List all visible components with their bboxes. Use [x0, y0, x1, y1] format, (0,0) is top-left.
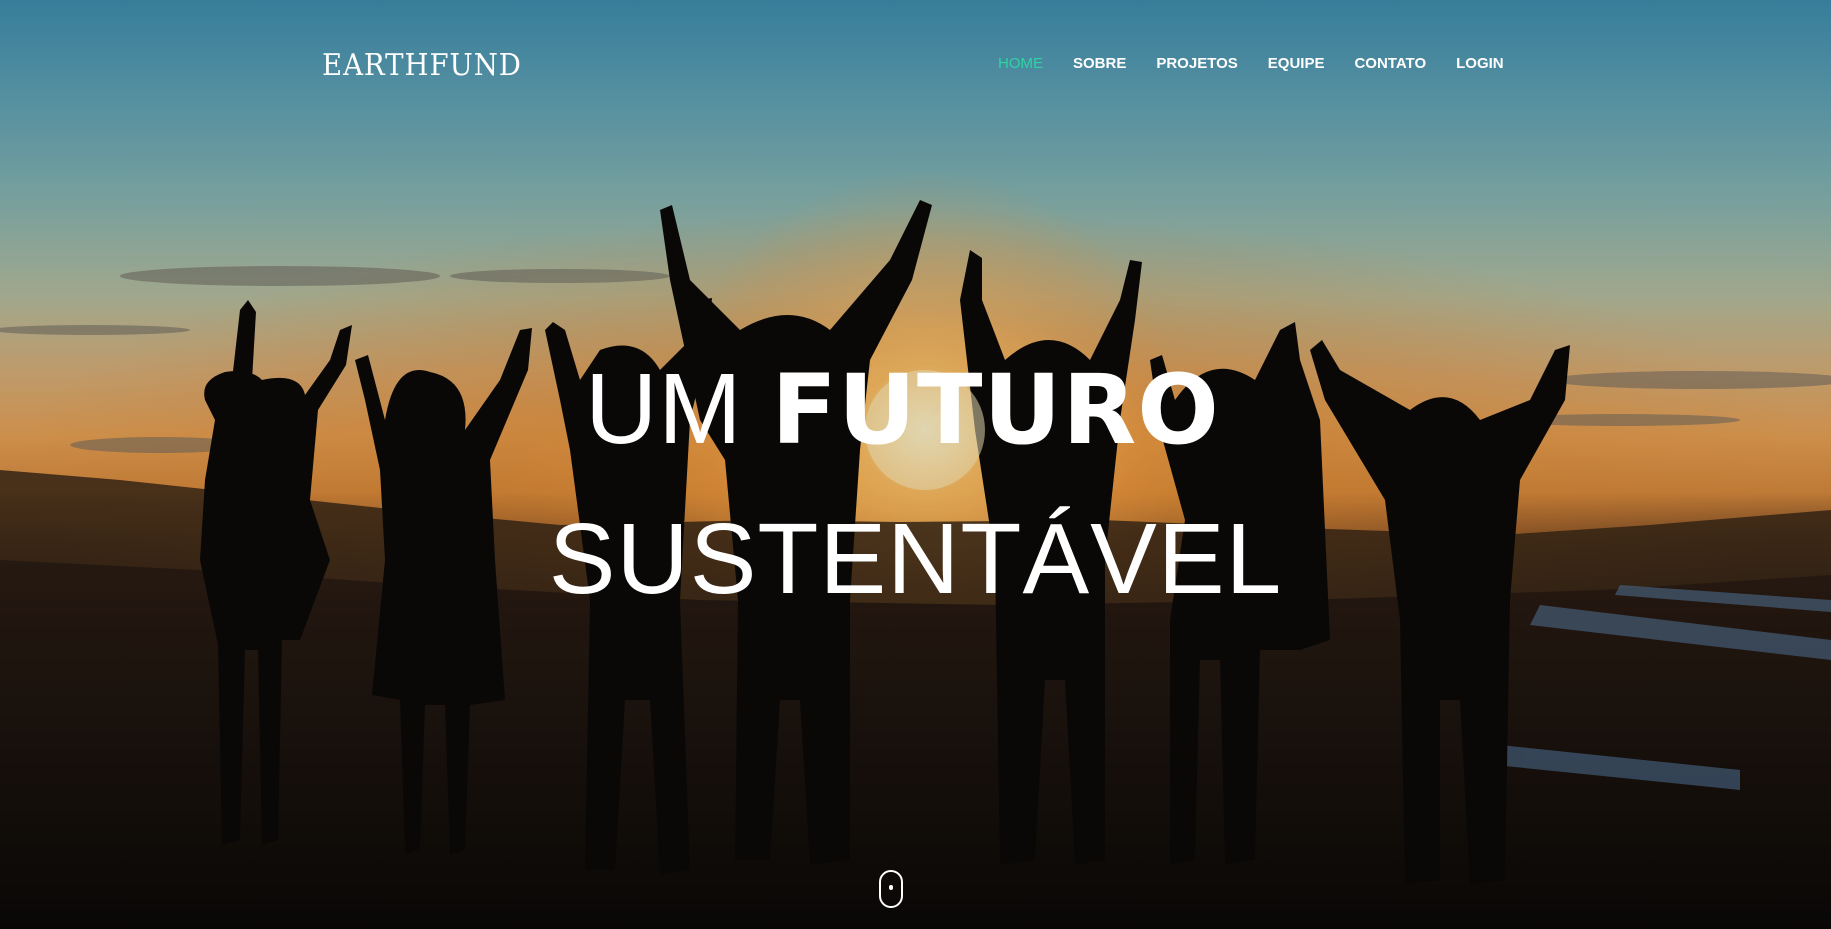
headline-bold-text: FUTURO — [771, 354, 1220, 467]
headline-light-text: UM — [585, 353, 772, 466]
nav-item-login[interactable]: LOGIN — [1456, 55, 1504, 72]
nav-item-home[interactable]: HOME — [998, 55, 1043, 72]
headline-line-1: UM FUTURO — [0, 359, 1831, 459]
scroll-wheel-dot — [889, 885, 893, 890]
nav-item-equipe[interactable]: EQUIPE — [1268, 55, 1325, 72]
mouse-scroll-icon[interactable] — [879, 870, 903, 908]
hero-section: EARTHFUND HOME SOBRE PROJETOS EQUIPE CON… — [0, 0, 1831, 929]
brand-logo[interactable]: EARTHFUND — [322, 48, 522, 83]
top-navigation: EARTHFUND HOME SOBRE PROJETOS EQUIPE CON… — [0, 44, 1831, 84]
nav-item-projetos[interactable]: PROJETOS — [1156, 55, 1237, 72]
hero-headline: UM FUTURO SUSTENTÁVEL — [0, 359, 1831, 609]
headline-line-2: SUSTENTÁVEL — [548, 503, 1283, 616]
nav-item-contato[interactable]: CONTATO — [1354, 55, 1426, 72]
nav-item-sobre[interactable]: SOBRE — [1073, 55, 1126, 72]
main-menu: HOME SOBRE PROJETOS EQUIPE CONTATO LOGIN — [998, 55, 1534, 72]
